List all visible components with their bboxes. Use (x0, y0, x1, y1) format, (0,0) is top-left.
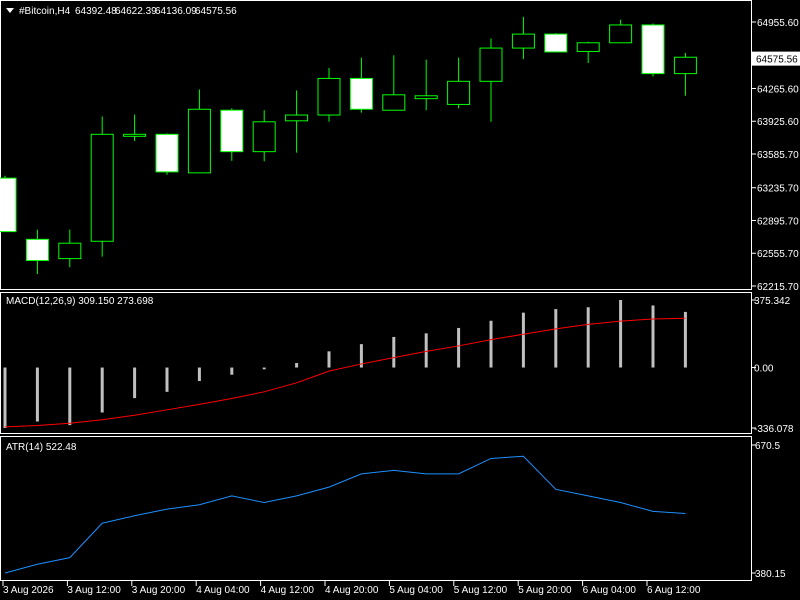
macd-tick-label: 0.00 (754, 364, 774, 375)
candle-body (414, 95, 438, 100)
price-tick-label: 63585.70 (757, 150, 799, 161)
ohlc-close: 64575.56 (195, 6, 237, 17)
time-tick-label: 3 Aug 12:00 (67, 585, 121, 596)
time-tick-label: 6 Aug 12:00 (647, 585, 701, 596)
time-tick-label: 5 Aug 04:00 (389, 585, 443, 596)
candle-body (609, 24, 633, 44)
atr-label: ATR(14) 522.48 (6, 442, 77, 453)
candle-body (90, 133, 114, 242)
macd-tick-label: -336.078 (754, 424, 794, 435)
trading-chart[interactable]: #Bitcoin,H4 64392.48 64622.39 64136.09 6… (0, 0, 800, 600)
time-tick-label: 3 Aug 2026 (3, 585, 54, 596)
ohlc-low: 64136.09 (155, 6, 197, 17)
ohlc-high: 64622.39 (115, 6, 157, 17)
candle-body (382, 94, 406, 111)
time-tick-label: 4 Aug 04:00 (196, 585, 250, 596)
price-tick-label: 63925.60 (757, 117, 799, 128)
candle-body (285, 114, 309, 122)
candle-body (220, 109, 244, 153)
price-tick-label: 64265.60 (757, 84, 799, 95)
candle-body (317, 77, 341, 116)
price-axis: 64955.60 64265.60 63925.60 63585.70 63235.70… (751, 18, 800, 293)
time-tick-label: 3 Aug 20:00 (132, 585, 186, 596)
candle-body (58, 242, 82, 260)
candle-body (25, 238, 49, 262)
candle-body (0, 177, 17, 233)
candle-body (544, 33, 568, 53)
macd-tick-label: 375.342 (754, 296, 791, 307)
macd-label: MACD(12,26,9) 309.150 273.698 (6, 296, 154, 307)
candle-body (479, 47, 503, 82)
candle-body (349, 77, 373, 110)
ohlc-open: 64392.48 (75, 6, 117, 17)
time-tick-label: 5 Aug 20:00 (518, 585, 572, 596)
atr-tick-label: 670.5 (755, 441, 780, 452)
price-tick-label: 63235.70 (757, 184, 799, 195)
candle-body (187, 108, 211, 174)
price-tick-label: 62555.70 (757, 249, 799, 260)
candle-body (641, 24, 665, 75)
current-price-label: 64575.56 (756, 55, 798, 66)
candle-body (252, 121, 276, 153)
candle-body (155, 133, 179, 173)
time-tick-label: 6 Aug 04:00 (583, 585, 637, 596)
time-tick-label: 5 Aug 12:00 (454, 585, 508, 596)
candle-body (447, 80, 471, 105)
candle-body (673, 56, 697, 75)
candle-body (123, 133, 147, 137)
atr-tick-label: 380.15 (755, 569, 786, 580)
price-tick-label: 62215.70 (757, 282, 799, 293)
symbol-label: #Bitcoin,H4 (19, 6, 71, 17)
candle-body (576, 42, 600, 52)
time-tick-label: 4 Aug 20:00 (325, 585, 379, 596)
price-tick-label: 64955.60 (757, 18, 799, 29)
candle-body (511, 33, 535, 49)
time-tick-label: 4 Aug 12:00 (261, 585, 315, 596)
price-tick-label: 62895.70 (757, 216, 799, 227)
